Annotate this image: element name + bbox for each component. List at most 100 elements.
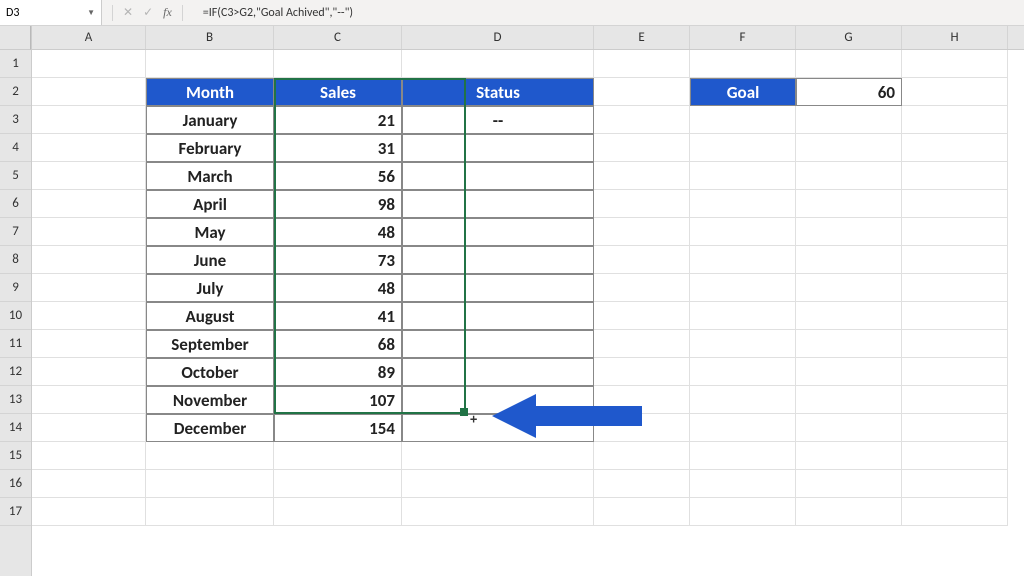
cell[interactable] [690, 274, 796, 302]
cell[interactable]: 56 [274, 162, 402, 190]
select-all-corner[interactable] [0, 26, 31, 50]
cell[interactable] [796, 470, 902, 498]
cell[interactable] [690, 162, 796, 190]
row-header[interactable]: 1 [0, 50, 31, 78]
cell[interactable] [796, 50, 902, 78]
row-header[interactable]: 14 [0, 414, 31, 442]
cell[interactable] [796, 106, 902, 134]
column-header[interactable]: A [32, 26, 146, 49]
row-header[interactable]: 4 [0, 134, 31, 162]
cell[interactable]: 31 [274, 134, 402, 162]
cell[interactable] [594, 358, 690, 386]
row-header[interactable]: 6 [0, 190, 31, 218]
cell[interactable] [594, 498, 690, 526]
cell[interactable] [402, 274, 594, 302]
cell[interactable] [902, 330, 1008, 358]
cell[interactable] [796, 218, 902, 246]
cell[interactable] [796, 442, 902, 470]
cell[interactable]: June [146, 246, 274, 274]
row-header[interactable]: 13 [0, 386, 31, 414]
cell[interactable]: 68 [274, 330, 402, 358]
cell[interactable] [32, 134, 146, 162]
row-header[interactable]: 2 [0, 78, 31, 106]
cell[interactable] [796, 498, 902, 526]
cell[interactable] [32, 190, 146, 218]
cell[interactable] [902, 274, 1008, 302]
cell[interactable] [796, 358, 902, 386]
row-header[interactable]: 7 [0, 218, 31, 246]
cell[interactable] [32, 218, 146, 246]
cell[interactable] [402, 50, 594, 78]
cell[interactable]: March [146, 162, 274, 190]
cell[interactable] [902, 134, 1008, 162]
cell[interactable] [402, 134, 594, 162]
cell[interactable] [32, 246, 146, 274]
cell[interactable]: October [146, 358, 274, 386]
cell[interactable]: November [146, 386, 274, 414]
cell[interactable] [402, 442, 594, 470]
cell[interactable] [146, 470, 274, 498]
cell[interactable] [32, 470, 146, 498]
cell[interactable] [690, 106, 796, 134]
cell[interactable] [902, 190, 1008, 218]
cell[interactable] [902, 498, 1008, 526]
cell[interactable] [796, 302, 902, 330]
cell[interactable]: 41 [274, 302, 402, 330]
cell[interactable] [146, 442, 274, 470]
cell[interactable] [594, 50, 690, 78]
cell[interactable] [402, 246, 594, 274]
column-header[interactable]: D [402, 26, 594, 49]
cell[interactable] [690, 190, 796, 218]
row-header[interactable]: 9 [0, 274, 31, 302]
column-header[interactable]: F [690, 26, 796, 49]
row-header[interactable]: 15 [0, 442, 31, 470]
cell[interactable] [402, 470, 594, 498]
row-header[interactable]: 5 [0, 162, 31, 190]
cell[interactable] [274, 442, 402, 470]
cell[interactable]: 98 [274, 190, 402, 218]
cell[interactable] [796, 386, 902, 414]
cell[interactable] [690, 470, 796, 498]
cell[interactable]: 154 [274, 414, 402, 442]
cell[interactable]: 48 [274, 218, 402, 246]
cell[interactable]: December [146, 414, 274, 442]
cell[interactable] [902, 386, 1008, 414]
cell[interactable]: February [146, 134, 274, 162]
cell[interactable]: May [146, 218, 274, 246]
cell[interactable] [32, 358, 146, 386]
cell[interactable] [594, 470, 690, 498]
cell[interactable] [32, 386, 146, 414]
cell[interactable]: July [146, 274, 274, 302]
cell[interactable] [32, 274, 146, 302]
cell[interactable] [594, 190, 690, 218]
cell[interactable] [32, 106, 146, 134]
cell[interactable] [32, 330, 146, 358]
cell[interactable] [594, 218, 690, 246]
cell[interactable] [902, 78, 1008, 106]
cell[interactable] [796, 162, 902, 190]
cell[interactable]: 73 [274, 246, 402, 274]
cell[interactable] [690, 302, 796, 330]
cell[interactable] [32, 302, 146, 330]
cell[interactable]: Month [146, 78, 274, 106]
cell[interactable] [402, 358, 594, 386]
column-header[interactable]: G [796, 26, 902, 49]
cell[interactable] [594, 78, 690, 106]
cell[interactable] [902, 302, 1008, 330]
name-box[interactable]: D3 ▼ [0, 0, 102, 25]
cell[interactable] [796, 246, 902, 274]
cell[interactable] [146, 498, 274, 526]
cell[interactable] [402, 302, 594, 330]
cell[interactable] [32, 50, 146, 78]
cell[interactable] [594, 162, 690, 190]
formula-bar-input[interactable]: =IF(C3>G2,"Goal Achived","--") [193, 6, 353, 20]
cell[interactable] [690, 386, 796, 414]
cell[interactable] [32, 442, 146, 470]
cell[interactable] [402, 330, 594, 358]
cell[interactable] [796, 190, 902, 218]
cell[interactable] [902, 246, 1008, 274]
cell[interactable] [796, 274, 902, 302]
cancel-icon[interactable]: ✕ [123, 5, 133, 20]
cell[interactable] [274, 50, 402, 78]
cell[interactable]: 89 [274, 358, 402, 386]
